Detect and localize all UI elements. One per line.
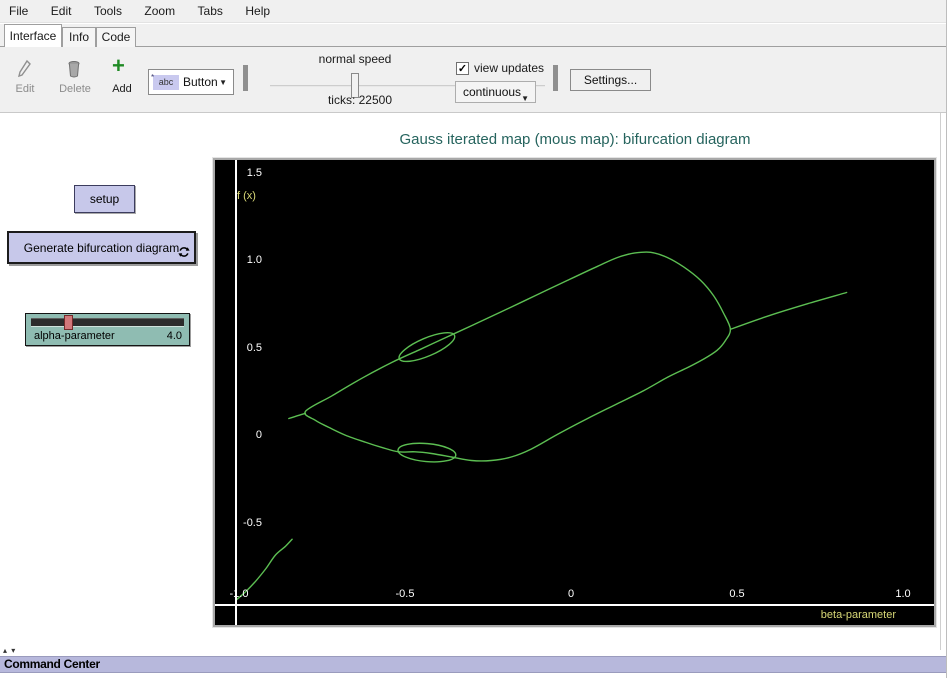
curve-tail <box>730 293 846 330</box>
curve-mouse-body-loop <box>305 252 731 461</box>
update-mode-dropdown[interactable]: continuous ▼ <box>455 81 536 103</box>
x-tick-1.0: 1.0 <box>883 588 923 600</box>
edit-pencil-icon[interactable] <box>16 59 32 79</box>
y-tick-0: 0 <box>215 429 262 441</box>
command-center-title: Command Center <box>0 657 947 672</box>
y-axis-title: f (x) <box>237 190 256 202</box>
y-tick--0.5: -0.5 <box>215 517 262 529</box>
y-tick-0.5: 0.5 <box>215 342 262 354</box>
ticks-counter: ticks: 22500 <box>295 93 425 107</box>
tab-interface[interactable]: Interface <box>4 24 62 47</box>
x-tick--1.0: -1.0 <box>219 588 259 600</box>
y-tick-1.0: 1.0 <box>215 254 262 266</box>
plot-curves <box>215 160 934 625</box>
tab-info[interactable]: Info <box>62 27 96 47</box>
chevron-down-icon: ▼ <box>521 89 529 109</box>
edit-tool-label[interactable]: Edit <box>6 83 44 95</box>
toolbar-separator <box>243 65 248 91</box>
menu-edit[interactable]: Edit <box>42 0 81 23</box>
chevron-down-icon: ▼ <box>219 78 227 87</box>
add-tool-label[interactable]: Add <box>104 83 140 95</box>
delete-tool-label[interactable]: Delete <box>52 83 98 95</box>
slider-value: 4.0 <box>167 330 182 342</box>
add-plus-icon[interactable]: + <box>112 53 125 79</box>
menu-help[interactable]: Help <box>236 0 279 23</box>
canvas-right-edge <box>940 113 941 650</box>
x-tick--0.5: -0.5 <box>385 588 425 600</box>
tab-code[interactable]: Code <box>96 27 136 47</box>
generate-bifurcation-button[interactable]: Generate bifurcation diagram <box>7 231 196 264</box>
slider-handle[interactable] <box>64 315 73 330</box>
setup-button[interactable]: setup <box>74 185 135 213</box>
x-tick-0.5: 0.5 <box>717 588 757 600</box>
x-axis-line <box>215 604 934 606</box>
widget-dropdown-value: Button <box>183 75 218 89</box>
app-window: File Edit Tools Zoom Tabs Help Interface… <box>0 0 947 678</box>
toolbar-separator <box>553 65 558 91</box>
alpha-parameter-slider[interactable]: alpha-parameter 4.0 <box>25 313 190 346</box>
toolbar: Edit Delete + Add *abc Button ▼ normal s… <box>0 47 947 113</box>
x-axis-title: beta-parameter <box>821 609 896 621</box>
view-updates-checkbox[interactable]: ✓ <box>456 62 469 75</box>
speed-slider-label: normal speed <box>295 52 415 66</box>
menu-file[interactable]: File <box>0 0 37 23</box>
y-tick-1.5: 1.5 <box>215 167 262 179</box>
plot-title: Gauss iterated map (mous map): bifurcati… <box>250 131 900 148</box>
generate-button-label: Generate bifurcation diagram <box>24 241 179 255</box>
forever-loop-icon <box>178 246 190 258</box>
view-updates-label: view updates <box>474 61 544 75</box>
curve-upper-ear <box>396 327 458 367</box>
settings-button[interactable]: Settings... <box>570 69 651 91</box>
interface-canvas: Gauss iterated map (mous map): bifurcati… <box>0 113 947 650</box>
x-tick-0: 0 <box>551 588 591 600</box>
command-center-bar[interactable]: Command Center <box>0 656 947 673</box>
menu-tabs[interactable]: Tabs <box>189 0 232 23</box>
splitter-arrows-icon[interactable]: ▴ ▾ <box>3 646 16 655</box>
menu-zoom[interactable]: Zoom <box>135 0 184 23</box>
menu-bar: File Edit Tools Zoom Tabs Help <box>0 0 947 23</box>
bifurcation-plot[interactable]: f (x) beta-parameter 1.5 1.0 0.5 0 -0.5 -1.0… <box>213 158 936 627</box>
widget-abc-icon: *abc <box>153 75 179 90</box>
widget-type-dropdown[interactable]: *abc Button ▼ <box>148 69 234 95</box>
tab-strip: Interface Info Code <box>0 24 947 47</box>
update-mode-value: continuous <box>463 85 521 99</box>
delete-trash-icon[interactable] <box>66 59 82 79</box>
slider-track[interactable] <box>31 318 184 327</box>
slider-label: alpha-parameter <box>34 330 115 342</box>
menu-tools[interactable]: Tools <box>85 0 131 23</box>
curve-left-whisker <box>289 413 306 418</box>
y-axis-line <box>235 160 237 625</box>
